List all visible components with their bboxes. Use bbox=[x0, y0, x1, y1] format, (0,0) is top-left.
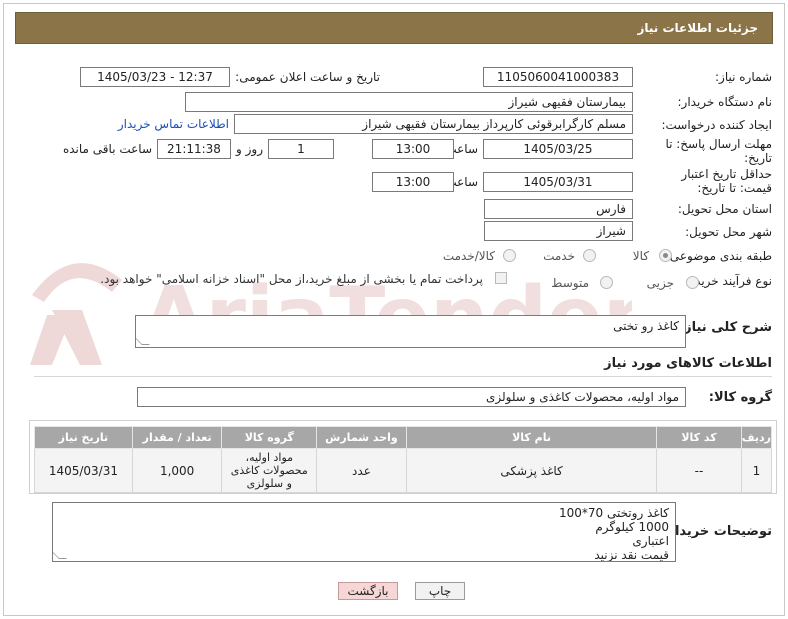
category-option-service: خدمت bbox=[543, 249, 575, 263]
buyer-org-field[interactable]: بیمارستان فقیهی شیراز bbox=[185, 92, 633, 112]
deadline-label: مهلت ارسال پاسخ: تا تاریخ: bbox=[665, 137, 772, 165]
category-option-goods-service: کالا/خدمت bbox=[442, 249, 495, 263]
days-label: روز و bbox=[236, 142, 263, 156]
buyer-notes-line: قیمت نقد نزنید bbox=[594, 548, 669, 562]
process-radio-minor[interactable] bbox=[686, 276, 699, 289]
treasury-payment-note: پرداخت تمام یا بخشی از مبلغ خرید،از محل … bbox=[100, 272, 483, 286]
print-button[interactable]: چاپ bbox=[415, 582, 465, 600]
section-divider bbox=[34, 376, 772, 377]
cell-quantity: 1,000 bbox=[131, 448, 223, 493]
buyer-notes-label: توضیحات خریدار: bbox=[662, 524, 772, 539]
cell-code: -- bbox=[656, 448, 742, 493]
cell-group: مواد اولیه، محصولات کاغذی و سلولزی bbox=[221, 448, 318, 493]
col-header-quantity: تعداد / مقدار bbox=[131, 426, 223, 449]
goods-info-title: اطلاعات کالاهای مورد نیاز bbox=[604, 356, 772, 371]
items-table: ردیف کد کالا نام کالا واحد شمارش گروه کا… bbox=[34, 426, 773, 493]
cell-date: 1405/03/31 bbox=[34, 448, 133, 493]
category-radio-goods-service[interactable] bbox=[503, 249, 516, 262]
description-text: کاغذ رو تختی bbox=[613, 319, 679, 333]
remaining-label: ساعت باقی مانده bbox=[62, 142, 152, 156]
price-validity-time-field[interactable]: 13:00 bbox=[372, 172, 454, 192]
description-textarea[interactable]: کاغذ رو تختی bbox=[135, 315, 686, 348]
buyer-notes-line: 1000 کیلوگرم bbox=[595, 520, 669, 534]
col-header-row: ردیف bbox=[740, 426, 773, 449]
cell-name: کاغذ پزشکی bbox=[405, 448, 658, 493]
category-option-goods: کالا bbox=[632, 249, 649, 263]
cell-unit: عدد bbox=[316, 448, 407, 493]
buyer-org-label: نام دستگاه خریدار: bbox=[677, 95, 773, 109]
process-radio-medium[interactable] bbox=[600, 276, 613, 289]
category-label: طبقه بندی موضوعی: bbox=[665, 249, 772, 263]
goods-group-label: گروه کالا: bbox=[708, 390, 772, 405]
need-number-label: شماره نیاز: bbox=[715, 70, 772, 84]
need-number-field[interactable]: 1105060041000383 bbox=[483, 67, 633, 87]
deadline-time-field[interactable]: 13:00 bbox=[372, 139, 454, 159]
buyer-contact-link[interactable]: اطلاعات تماس خریدار bbox=[118, 117, 229, 131]
remaining-time-field[interactable]: 21:11:38 bbox=[157, 139, 231, 159]
province-label: استان محل تحویل: bbox=[677, 202, 772, 216]
header-bar: جزئیات اطلاعات نیاز bbox=[15, 12, 773, 44]
process-option-minor: جزیی bbox=[646, 276, 674, 290]
province-field[interactable]: فارس bbox=[484, 199, 633, 219]
items-table-header: ردیف کد کالا نام کالا واحد شمارش گروه کا… bbox=[34, 426, 773, 449]
col-header-unit: واحد شمارش bbox=[316, 426, 407, 449]
table-row[interactable]: 1 -- کاغذ پزشکی عدد مواد اولیه، محصولات … bbox=[34, 448, 773, 493]
back-button[interactable]: بازگشت bbox=[338, 582, 398, 600]
category-radio-service[interactable] bbox=[583, 249, 596, 262]
page-title: جزئیات اطلاعات نیاز bbox=[637, 21, 758, 35]
treasury-payment-checkbox[interactable] bbox=[495, 272, 507, 284]
buyer-notes-line: کاغذ روتختی 70*100 bbox=[558, 506, 669, 520]
creator-field[interactable]: مسلم کارگرابرقوئی کارپرداز بیمارستان فقی… bbox=[234, 114, 633, 134]
category-radio-goods[interactable] bbox=[659, 249, 672, 262]
buyer-notes-textarea[interactable]: کاغذ روتختی 70*100 1000 کیلوگرم اعتباری … bbox=[52, 502, 676, 562]
days-remaining-field[interactable]: 1 bbox=[268, 139, 334, 159]
col-header-date: تاریخ نیاز bbox=[34, 426, 133, 449]
buyer-notes-line: اعتباری bbox=[632, 534, 669, 548]
price-validity-label: حداقل تاریخ اعتبار قیمت: تا تاریخ: bbox=[681, 167, 772, 195]
cell-row: 1 bbox=[740, 448, 773, 493]
city-field[interactable]: شیراز bbox=[484, 221, 633, 241]
col-header-group: گروه کالا bbox=[221, 426, 318, 449]
price-validity-date-field[interactable]: 1405/03/31 bbox=[483, 172, 633, 192]
description-label: شرح کلی نیاز: bbox=[678, 320, 772, 335]
resize-grip-icon[interactable] bbox=[136, 337, 150, 345]
process-option-medium: متوسط bbox=[551, 276, 589, 290]
col-header-code: کد کالا bbox=[656, 426, 742, 449]
city-label: شهر محل تحویل: bbox=[685, 225, 772, 239]
goods-group-field[interactable]: مواد اولیه، محصولات کاغذی و سلولزی bbox=[137, 387, 686, 407]
deadline-date-field[interactable]: 1405/03/25 bbox=[483, 139, 633, 159]
announce-datetime-field[interactable]: 1405/03/23 - 12:37 bbox=[80, 67, 230, 87]
announce-label: تاریخ و ساعت اعلان عمومی: bbox=[235, 70, 380, 84]
creator-label: ایجاد کننده درخواست: bbox=[661, 118, 772, 132]
process-label: نوع فرآیند خرید : bbox=[687, 274, 772, 288]
col-header-name: نام کالا bbox=[405, 426, 658, 449]
